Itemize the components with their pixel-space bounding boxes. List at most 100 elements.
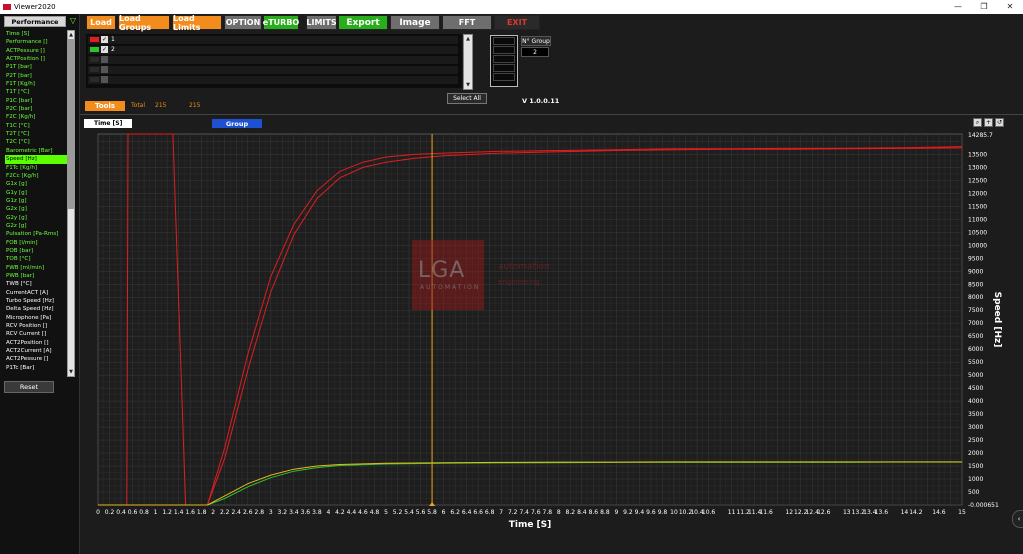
- channel-item[interactable]: F1Tc [Kg/h]: [5, 164, 67, 172]
- channel-item[interactable]: T2C [°C]: [5, 138, 67, 146]
- channel-item[interactable]: T1T [°C]: [5, 88, 67, 96]
- x-tick-label: 7.2: [508, 509, 518, 516]
- channel-item[interactable]: P1Tc [Bar]: [5, 364, 67, 372]
- load-button[interactable]: Load: [86, 15, 116, 30]
- filter-icon[interactable]: ▽: [67, 16, 79, 27]
- channel-item[interactable]: ACT2Pessure []: [5, 355, 67, 363]
- scroll-thumb[interactable]: [68, 39, 74, 209]
- channel-item[interactable]: ACTPessure []: [5, 47, 67, 55]
- channel-item[interactable]: G2y [g]: [5, 214, 67, 222]
- group-count-value[interactable]: 2: [521, 47, 549, 57]
- performance-dropdown[interactable]: Performance: [4, 16, 66, 27]
- channel-item[interactable]: RCV Position []: [5, 322, 67, 330]
- x-tick-label: 6.6: [473, 509, 483, 516]
- x-tick-label: 12.6: [817, 509, 831, 516]
- series-checkbox[interactable]: ✓: [101, 46, 108, 53]
- series-row[interactable]: ✓ 1: [88, 36, 458, 44]
- channel-item[interactable]: G2x [g]: [5, 205, 67, 213]
- eturbo-button[interactable]: eTURBO: [263, 15, 299, 30]
- group-list[interactable]: [490, 35, 518, 87]
- channel-item[interactable]: P2C [bar]: [5, 105, 67, 113]
- channel-item[interactable]: T1C [°C]: [5, 122, 67, 130]
- series-row[interactable]: [88, 76, 458, 84]
- load-groups-button[interactable]: Load Groups: [118, 14, 170, 32]
- channel-item[interactable]: Turbo Speed [Hz]: [5, 297, 67, 305]
- speed-chart[interactable]: 500 1000 1500 2000 2500 3000 3500 4000 4500 5000 5…: [80, 128, 1023, 554]
- series-list-scrollbar[interactable]: ▲ ▼: [463, 34, 473, 90]
- channel-item[interactable]: Barometric [Bar]: [5, 147, 67, 155]
- channel-item[interactable]: RCV Current []: [5, 330, 67, 338]
- minimize-button[interactable]: —: [945, 0, 971, 14]
- series-color-swatch: [90, 37, 99, 42]
- channel-item[interactable]: Microphone [Pa]: [5, 314, 67, 322]
- channel-list: Time [S] Performance [] ACTPessure [] ACTPo…: [5, 30, 67, 376]
- watermark-tagline-2: engineering: [498, 278, 540, 286]
- close-button[interactable]: ✕: [997, 0, 1023, 14]
- x-axis-selector[interactable]: Time [S]: [84, 119, 132, 128]
- series-row[interactable]: [88, 66, 458, 74]
- channel-item[interactable]: Pulsation [Pa-Rms]: [5, 230, 67, 238]
- export-button[interactable]: Export: [338, 15, 388, 30]
- channel-list-scrollbar[interactable]: ▲ ▼: [67, 30, 75, 377]
- series-row[interactable]: [88, 56, 458, 64]
- y-tick-label: 10500: [968, 229, 987, 236]
- channel-item[interactable]: F2Cc [Kg/h]: [5, 172, 67, 180]
- chart-canvas[interactable]: 500 1000 1500 2000 2500 3000 3500 4000 4500 5000 5…: [80, 128, 1023, 554]
- series-checkbox[interactable]: ✓: [101, 36, 108, 43]
- channel-item[interactable]: PWB [bar]: [5, 272, 67, 280]
- channel-item[interactable]: TOB [°C]: [5, 255, 67, 263]
- channel-item[interactable]: F1T [Kg/h]: [5, 80, 67, 88]
- load-limits-button[interactable]: Load Limits: [172, 14, 222, 32]
- x-tick-label: 4.4: [347, 509, 357, 516]
- series-checkbox[interactable]: [101, 56, 108, 63]
- channel-item[interactable]: G2z [g]: [5, 222, 67, 230]
- reset-icon[interactable]: ↺: [995, 118, 1004, 127]
- scroll-up-icon[interactable]: ▲: [68, 31, 74, 39]
- channel-item[interactable]: T2T [°C]: [5, 130, 67, 138]
- channel-item[interactable]: G1x [g]: [5, 180, 67, 188]
- select-all-button[interactable]: Select All: [447, 93, 487, 104]
- channel-item[interactable]: P1C [bar]: [5, 97, 67, 105]
- channel-item[interactable]: FWB [ml/min]: [5, 264, 67, 272]
- y-tick-label: 500: [968, 489, 980, 496]
- channel-item[interactable]: Performance []: [5, 38, 67, 46]
- channel-item[interactable]: G1y [g]: [5, 189, 67, 197]
- reset-button[interactable]: Reset: [4, 381, 54, 393]
- x-tick-label: 6.2: [450, 509, 460, 516]
- channel-sidebar: Performance ▽ Time [S] Performance [] ACTP…: [0, 14, 80, 554]
- channel-item[interactable]: Speed [Hz]: [5, 155, 67, 164]
- plus-icon[interactable]: +: [984, 118, 993, 127]
- limits-button[interactable]: LIMITS: [306, 15, 337, 30]
- option-button[interactable]: OPTION: [224, 15, 262, 30]
- exit-button[interactable]: EXIT: [494, 15, 540, 30]
- channel-item[interactable]: Delta Speed [Hz]: [5, 305, 67, 313]
- channel-item[interactable]: CurrentACT [A]: [5, 289, 67, 297]
- maximize-button[interactable]: ❐: [971, 0, 997, 14]
- series-checkbox[interactable]: [101, 76, 108, 83]
- channel-item[interactable]: P2T [bar]: [5, 72, 67, 80]
- group-selector[interactable]: Group: [212, 119, 262, 128]
- fft-button[interactable]: FFT: [442, 15, 492, 30]
- zoom-icon[interactable]: ⌕: [973, 118, 982, 127]
- channel-item[interactable]: POB [bar]: [5, 247, 67, 255]
- channel-item[interactable]: ACTPosition []: [5, 55, 67, 63]
- channel-item[interactable]: P1T [bar]: [5, 63, 67, 71]
- image-button[interactable]: Image: [390, 15, 440, 30]
- y-tick-label: 1000: [968, 476, 983, 483]
- scroll-down-icon[interactable]: ▼: [464, 81, 472, 89]
- series-checkbox[interactable]: [101, 66, 108, 73]
- channel-item[interactable]: FOB [l/min]: [5, 239, 67, 247]
- x-tick-label: 9.8: [658, 509, 668, 516]
- channel-item[interactable]: Time [S]: [5, 30, 67, 38]
- channel-item[interactable]: G1z [g]: [5, 197, 67, 205]
- scroll-up-icon[interactable]: ▲: [464, 35, 472, 43]
- channel-item[interactable]: ACT2Position []: [5, 339, 67, 347]
- y-tick-label: 10000: [968, 242, 987, 249]
- channel-item[interactable]: F2C [Kg/h]: [5, 113, 67, 121]
- scroll-down-icon[interactable]: ▼: [68, 368, 74, 376]
- expand-panel-icon[interactable]: ‹: [1012, 510, 1023, 528]
- channel-item[interactable]: TWB [°C]: [5, 280, 67, 288]
- tools-button[interactable]: Tools: [85, 101, 125, 111]
- series-row[interactable]: ✓ 2: [88, 46, 458, 54]
- channel-item[interactable]: ACT2Current [A]: [5, 347, 67, 355]
